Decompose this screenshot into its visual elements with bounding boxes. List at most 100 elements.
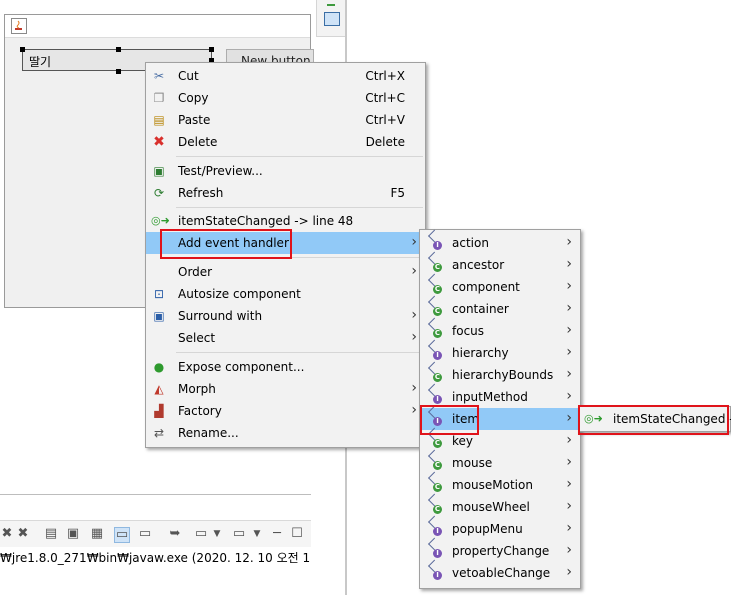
event-item-hierarchy-bounds[interactable]: C hierarchyBounds › (420, 361, 580, 386)
chevron-right-icon: › (566, 432, 572, 448)
chevron-down-icon[interactable]: ▼ (210, 527, 224, 541)
chevron-right-icon: › (566, 256, 572, 272)
surround-icon: ▣ (153, 309, 165, 323)
refresh-icon: ⟳ (153, 186, 165, 200)
event-class-icon: C (428, 295, 444, 317)
menu-separator (176, 156, 423, 157)
green-arrow-icon[interactable] (327, 0, 335, 6)
event-interface-icon: I (428, 515, 444, 537)
chevron-right-icon: › (566, 542, 572, 558)
event-item-mouse[interactable]: C mouse › (420, 449, 580, 474)
menu-item-delete[interactable]: ✖ Delete Delete (146, 131, 425, 153)
monitor-icon[interactable] (324, 12, 340, 26)
event-class-icon: C (428, 317, 444, 339)
event-interface-icon: I (428, 559, 444, 581)
menu-separator (176, 352, 423, 353)
expose-icon: ● (153, 360, 165, 374)
event-arrow-icon: ◎➜ (151, 214, 170, 227)
chevron-right-icon: › (566, 300, 572, 316)
console-toolbar: ✖ ✖ ▤ ▣ ▦ ▭ ▭ ➥ ▭ ▼ ▭ ▼ ─ ☐ (0, 520, 311, 547)
event-item-focus[interactable]: C focus › (420, 317, 580, 342)
annotation-highlight-add-event-handler (160, 229, 292, 259)
chevron-down-icon[interactable]: ▼ (250, 527, 264, 541)
event-class-icon: C (428, 251, 444, 273)
menu-separator (176, 207, 423, 208)
panel-divider (0, 494, 311, 495)
pin-console-icon[interactable]: ➥ (168, 527, 182, 541)
chevron-right-icon: › (566, 476, 572, 492)
selection-handle[interactable] (116, 47, 121, 52)
open-console-icon[interactable]: ▭ (232, 527, 246, 541)
frame-titlebar (5, 15, 310, 38)
remove-launch-icon[interactable]: ✖ (0, 527, 14, 541)
annotation-highlight-item (420, 405, 479, 435)
event-item-property-change[interactable]: I propertyChange › (420, 537, 580, 562)
remove-all-icon[interactable]: ✖ (16, 527, 30, 541)
show-console-icon[interactable]: ▭ (114, 527, 130, 543)
chevron-right-icon: › (411, 234, 417, 250)
paste-icon: ▤ (153, 113, 165, 127)
menu-item-autosize[interactable]: ⊡ Autosize component (146, 283, 425, 305)
chevron-right-icon: › (566, 520, 572, 536)
event-class-icon: C (428, 449, 444, 471)
event-interface-icon: I (428, 383, 444, 405)
event-item-popup-menu[interactable]: I popupMenu › (420, 515, 580, 540)
scissors-icon: ✂ (153, 69, 165, 83)
chevron-right-icon: › (411, 402, 417, 418)
event-interface-icon: I (428, 339, 444, 361)
event-item-action[interactable]: I action › (420, 229, 580, 254)
selection-handle[interactable] (116, 69, 121, 74)
clear-console-icon[interactable]: ▤ (44, 527, 58, 541)
event-class-icon: C (428, 493, 444, 515)
java-coffee-icon (11, 18, 27, 34)
chevron-right-icon: › (566, 344, 572, 360)
event-item-vetoable-change[interactable]: I vetoableChange › (420, 559, 580, 584)
event-class-icon: C (428, 471, 444, 493)
rename-icon: ⇄ (153, 426, 165, 440)
selection-handle[interactable] (209, 47, 214, 52)
event-interface-icon: I (428, 537, 444, 559)
chevron-right-icon: › (566, 388, 572, 404)
event-interface-icon: I (428, 229, 444, 251)
event-item-component[interactable]: C component › (420, 273, 580, 298)
maximize-icon[interactable]: ☐ (290, 527, 304, 541)
menu-item-test-preview[interactable]: ▣ Test/Preview... (146, 160, 425, 182)
chevron-right-icon: › (566, 322, 572, 338)
chevron-right-icon: › (566, 498, 572, 514)
copy-icon: ❐ (153, 91, 165, 105)
event-item-mouse-motion[interactable]: C mouseMotion › (420, 471, 580, 496)
event-item-ancestor[interactable]: C ancestor › (420, 251, 580, 276)
menu-item-copy[interactable]: ❐ Copy Ctrl+C (146, 87, 425, 109)
display-console-icon[interactable]: ▭ (194, 527, 208, 541)
factory-icon: ▟ (154, 404, 164, 418)
chevron-right-icon: › (566, 278, 572, 294)
menu-item-select[interactable]: Select › (146, 327, 425, 349)
event-class-icon: C (428, 273, 444, 295)
menu-item-surround-with[interactable]: ▣ Surround with › (146, 305, 425, 327)
scroll-lock-icon[interactable]: ▣ (66, 527, 80, 541)
menu-item-order[interactable]: Order › (146, 261, 425, 283)
menu-item-expose-component[interactable]: ● Expose component... (146, 356, 425, 378)
selection-handle[interactable] (20, 47, 25, 52)
show-error-icon[interactable]: ▭ (138, 527, 152, 541)
annotation-highlight-item-state-changed (578, 405, 729, 435)
chevron-right-icon: › (411, 329, 417, 345)
menu-item-factory[interactable]: ▟ Factory › (146, 400, 425, 422)
chevron-right-icon: › (411, 307, 417, 323)
menu-item-rename[interactable]: ⇄ Rename... (146, 422, 425, 444)
menu-item-refresh[interactable]: ⟳ Refresh F5 (146, 182, 425, 204)
chevron-right-icon: › (566, 564, 572, 580)
event-item-container[interactable]: C container › (420, 295, 580, 320)
event-class-icon: C (428, 361, 444, 383)
menu-item-morph[interactable]: ◭ Morph › (146, 378, 425, 400)
minimize-icon[interactable]: ─ (270, 527, 284, 541)
chevron-right-icon: › (411, 263, 417, 279)
event-item-hierarchy[interactable]: I hierarchy › (420, 339, 580, 364)
event-item-mouse-wheel[interactable]: C mouseWheel › (420, 493, 580, 518)
chevron-right-icon: › (566, 454, 572, 470)
chevron-right-icon: › (566, 366, 572, 382)
menu-item-paste[interactable]: ▤ Paste Ctrl+V (146, 109, 425, 131)
delete-x-icon: ✖ (153, 134, 165, 150)
menu-item-cut[interactable]: ✂ Cut Ctrl+X (146, 65, 425, 87)
word-wrap-icon[interactable]: ▦ (90, 527, 104, 541)
